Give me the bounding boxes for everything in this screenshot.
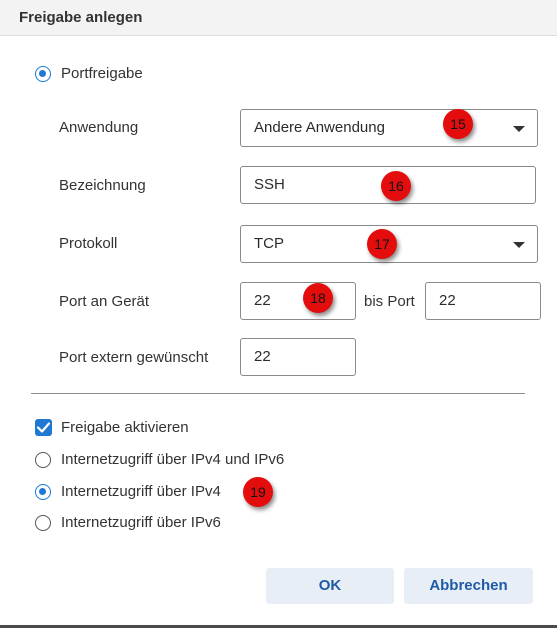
- section-divider: [31, 393, 525, 394]
- protokoll-select-value: TCP: [254, 235, 284, 252]
- ipv6-label: Internetzugriff über IPv6: [61, 514, 221, 531]
- portfreigabe-radio[interactable]: [35, 66, 51, 82]
- port-extern-input-value: 22: [254, 348, 271, 365]
- anwendung-select[interactable]: Andere Anwendung: [240, 109, 538, 147]
- annotation-badge-17: 17: [367, 229, 397, 259]
- annotation-badge-18: 18: [303, 283, 333, 313]
- port-geraet-label: Port an Gerät: [59, 293, 150, 310]
- ipv4-label: Internetzugriff über IPv4: [61, 483, 221, 500]
- freigabe-aktivieren-label: Freigabe aktivieren: [61, 419, 189, 436]
- bezeichnung-label: Bezeichnung: [59, 177, 146, 194]
- bis-port-input[interactable]: 22: [425, 282, 541, 320]
- annotation-badge-19: 19: [243, 477, 273, 507]
- bis-port-label: bis Port: [364, 293, 415, 310]
- protokoll-label: Protokoll: [59, 235, 118, 252]
- ipv4-radio[interactable]: [35, 484, 51, 500]
- anwendung-select-value: Andere Anwendung: [254, 119, 385, 136]
- dialog-title: Freigabe anlegen: [19, 9, 143, 26]
- cancel-button[interactable]: Abbrechen: [404, 568, 533, 604]
- checkmark-icon: [36, 422, 51, 433]
- bezeichnung-input-value: SSH: [254, 176, 285, 193]
- freigabe-aktivieren-checkbox[interactable]: [35, 419, 52, 436]
- dialog-titlebar: Freigabe anlegen: [0, 0, 557, 36]
- annotation-badge-15: 15: [443, 109, 473, 139]
- ok-button[interactable]: OK: [266, 568, 394, 604]
- portfreigabe-label: Portfreigabe: [61, 65, 143, 82]
- ipv4-ipv6-label: Internetzugriff über IPv4 und IPv6: [61, 451, 285, 468]
- anwendung-label: Anwendung: [59, 119, 139, 136]
- port-extern-label: Port extern gewünscht: [59, 349, 209, 366]
- chevron-down-icon: [513, 126, 525, 132]
- ipv4-ipv6-radio[interactable]: [35, 452, 51, 468]
- port-extern-input[interactable]: 22: [240, 338, 356, 376]
- ipv6-radio[interactable]: [35, 515, 51, 531]
- annotation-badge-16: 16: [381, 171, 411, 201]
- port-geraet-input[interactable]: 22: [240, 282, 356, 320]
- port-geraet-input-value: 22: [254, 292, 271, 309]
- bis-port-input-value: 22: [439, 292, 456, 309]
- chevron-down-icon: [513, 242, 525, 248]
